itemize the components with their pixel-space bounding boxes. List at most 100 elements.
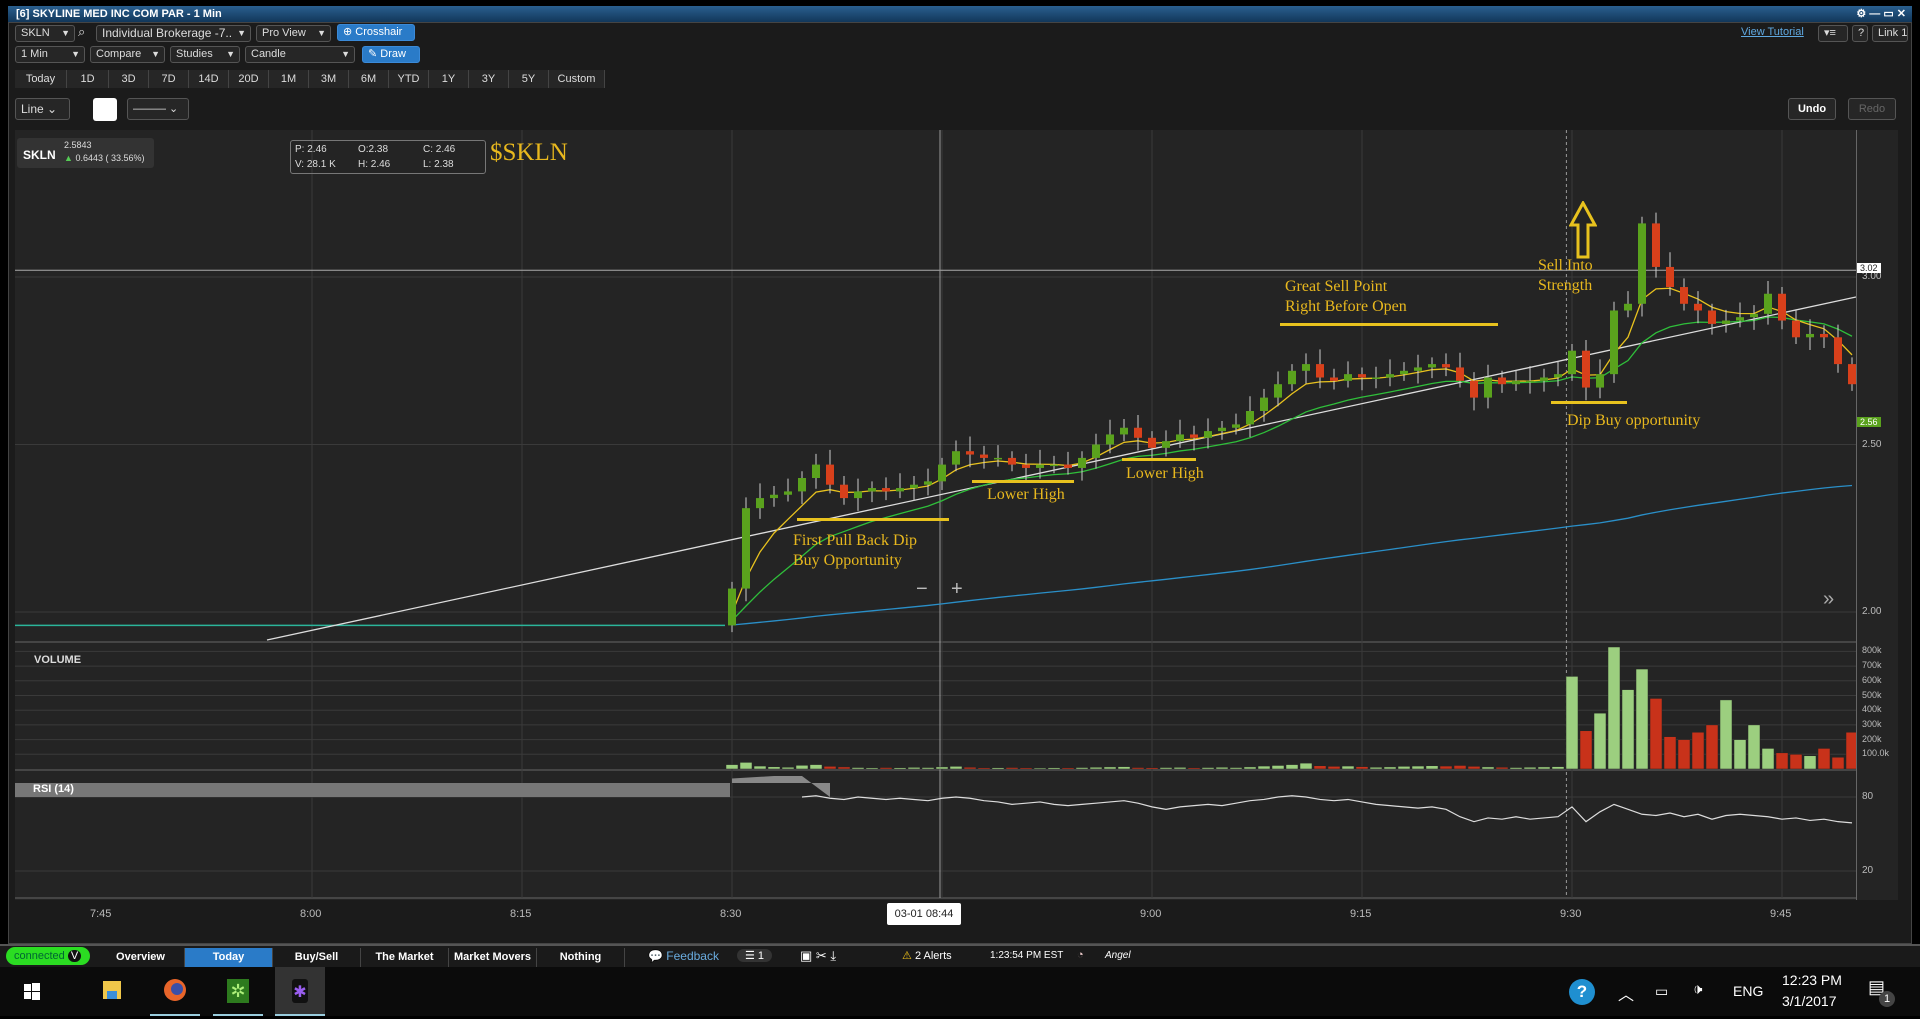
help-button[interactable]: ? (1852, 25, 1868, 42)
range-1d[interactable]: 1D (67, 70, 109, 88)
volume-bar (893, 767, 907, 770)
volume-tick: 300k (1862, 718, 1882, 729)
battery-icon[interactable]: ▭ (1655, 983, 1668, 1000)
range-5y[interactable]: 5Y (509, 70, 549, 88)
candle (1596, 374, 1604, 388)
volume-bar (1803, 755, 1817, 770)
volume-bar (1649, 698, 1663, 770)
status-tab-2[interactable]: Buy/Sell (273, 948, 361, 967)
tools-icons[interactable]: ▣ ✂ ⤓ (800, 948, 836, 964)
window-controls[interactable]: ⚙ — ▭ ✕ (1856, 6, 1906, 22)
candle (910, 484, 918, 489)
candle (1246, 411, 1254, 425)
chevron-up-icon[interactable]: ︿ (1618, 981, 1634, 1005)
alerts[interactable]: ⚠ 2 Alerts (902, 949, 952, 962)
range-3d[interactable]: 3D (109, 70, 149, 88)
annotation-text: First Pull Back Dip (793, 532, 918, 549)
symbol-input[interactable]: SKLN ▼ (15, 25, 75, 42)
quote-box: SKLN 2.5843 ▲ 0.6443 ( 33.56%) (17, 138, 154, 168)
studies-select[interactable]: Studies ▼ (170, 46, 240, 63)
candle (938, 464, 946, 482)
candle (1064, 464, 1072, 468)
range-7d[interactable]: 7D (149, 70, 189, 88)
volume-bar (1117, 766, 1131, 770)
line-tool-select[interactable]: Line ⌄ (15, 98, 70, 120)
range-3m[interactable]: 3M (309, 70, 349, 88)
link-button[interactable]: Link 1 (1872, 25, 1908, 42)
taskbar-clock[interactable]: 12:23 PM (1782, 972, 1842, 988)
candle (854, 491, 862, 499)
redo-button[interactable]: Redo (1848, 98, 1896, 120)
candle (1806, 333, 1814, 338)
app-icon[interactable]: ✱ (275, 967, 325, 1016)
file-explorer-icon[interactable] (87, 967, 137, 1016)
line-style-select[interactable]: ——— ⌄ (127, 98, 189, 120)
price-axis[interactable]: 3.00 2.50 2.00 800k 700k 600k 500k 400k 300k 200k… (1856, 130, 1898, 900)
undo-button[interactable]: Undo (1788, 98, 1836, 120)
time-tick: 8:30 (720, 908, 742, 920)
taskbar-date[interactable]: 3/1/2017 (1782, 993, 1837, 1009)
draw-button[interactable]: ✎ Draw (362, 46, 420, 63)
volume-bar (1103, 766, 1117, 770)
range-1m[interactable]: 1M (269, 70, 309, 88)
help-tray-icon[interactable]: ? (1569, 979, 1595, 1005)
candle (1092, 444, 1100, 458)
thinkorswim-icon[interactable]: ✲ (213, 967, 263, 1016)
status-tab-5[interactable]: Nothing (537, 948, 625, 967)
account-select[interactable]: Individual Brokerage -7.. ▼ (96, 25, 251, 42)
range-20d[interactable]: 20D (229, 70, 269, 88)
color-picker[interactable] (93, 98, 117, 121)
range-today[interactable]: Today (15, 70, 67, 88)
volume-bar (767, 766, 781, 770)
range-1y[interactable]: 1Y (429, 70, 469, 88)
crosshair-button[interactable]: ⊕ Crosshair (337, 24, 415, 41)
volume-bar (1775, 752, 1789, 770)
zoom-out-icon[interactable]: − (916, 578, 928, 601)
volume-bar (1439, 765, 1453, 770)
volume-icon[interactable]: 🕩 (1693, 981, 1702, 998)
view-tutorial-link[interactable]: View Tutorial (1741, 26, 1804, 38)
volume-bar (1691, 732, 1705, 770)
view-select[interactable]: Pro View ▼ (256, 25, 331, 42)
volume-bar (1173, 767, 1187, 770)
candle (1638, 223, 1646, 304)
range-3y[interactable]: 3Y (469, 70, 509, 88)
compare-select[interactable]: Compare ▼ (90, 46, 165, 63)
search-icon[interactable]: ⌕ (78, 24, 85, 40)
status-tab-0[interactable]: Overview (97, 948, 185, 967)
candle (1148, 437, 1156, 448)
language-indicator[interactable]: ENG (1733, 983, 1763, 999)
candle (742, 508, 750, 589)
candle (1554, 374, 1562, 378)
zoom-in-icon[interactable]: + (951, 578, 963, 601)
firefox-icon[interactable] (150, 967, 200, 1016)
start-button[interactable] (4, 967, 54, 1016)
volume-bar (1845, 732, 1856, 770)
candle (1512, 380, 1520, 385)
candle (756, 498, 764, 509)
status-tab-1[interactable]: Today (185, 948, 273, 967)
candle (1540, 377, 1548, 381)
volume-tick: 500k (1862, 689, 1882, 700)
range-ytd[interactable]: YTD (389, 70, 429, 88)
chart-title-annotation: $SKLN (490, 139, 568, 166)
feedback-link[interactable]: 💬 Feedback (648, 949, 719, 963)
windows-count[interactable]: ☰ 1 (737, 949, 773, 962)
range-14d[interactable]: 14D (189, 70, 229, 88)
menu-button[interactable]: ▾≡ (1818, 25, 1848, 42)
scroll-right-icon[interactable]: » (1823, 588, 1834, 611)
candle (1120, 427, 1128, 435)
candle (1260, 397, 1268, 411)
annotation-text: Right Before Open (1285, 298, 1407, 315)
chart-type-select[interactable]: Candle ▼ (245, 46, 355, 63)
volume-bar (1201, 767, 1215, 770)
status-tab-4[interactable]: Market Movers (449, 948, 537, 967)
range-6m[interactable]: 6M (349, 70, 389, 88)
range-custom[interactable]: Custom (549, 70, 605, 88)
volume-bar (1383, 766, 1397, 770)
interval-select[interactable]: 1 Min ▼ (15, 46, 85, 63)
candle (1652, 223, 1660, 267)
candle (1274, 384, 1282, 398)
candle (840, 484, 848, 499)
status-tab-3[interactable]: The Market (361, 948, 449, 967)
